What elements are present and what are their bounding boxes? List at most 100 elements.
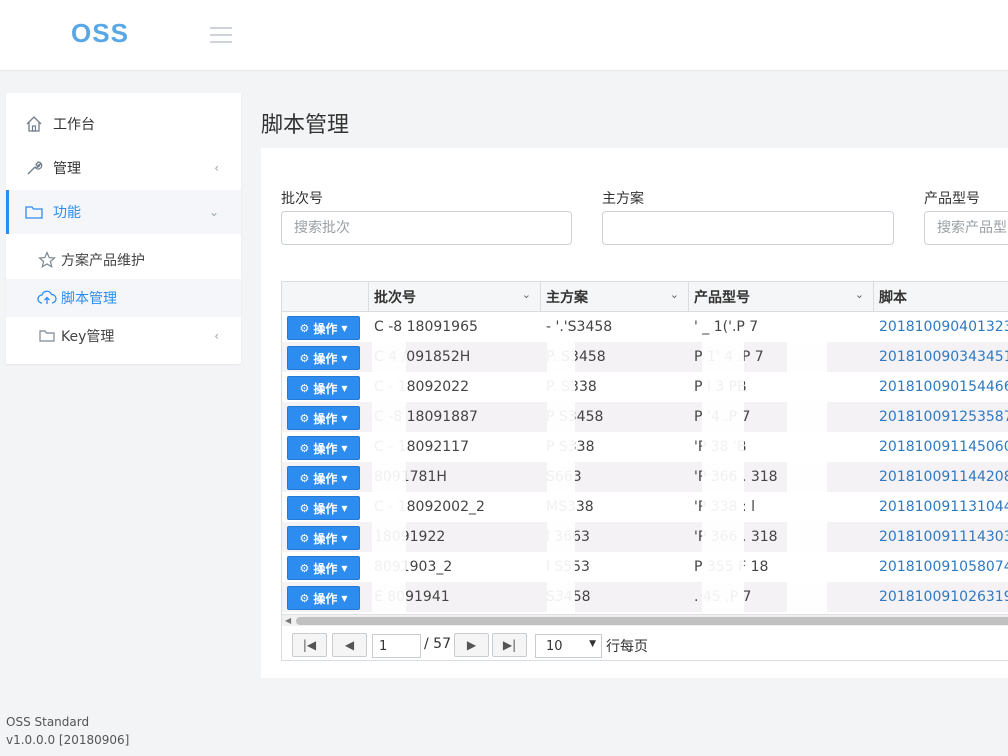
action-label: 操作 xyxy=(313,411,338,426)
gear-icon: ⚙ xyxy=(299,351,310,365)
page-total: / 57 xyxy=(424,636,451,652)
chevron-down-icon[interactable]: ⌄ xyxy=(522,288,531,301)
column-header-script[interactable]: 脚本 xyxy=(874,282,1008,312)
script-link[interactable]: 2018100911442086 xyxy=(874,462,1008,492)
script-link[interactable]: 2018100901544669 xyxy=(874,372,1008,402)
row-action-button[interactable]: ⚙ 操作 ▼ xyxy=(287,406,360,430)
row-action-button[interactable]: ⚙ 操作 ▼ xyxy=(287,376,360,400)
cloud-upload-icon xyxy=(37,288,57,308)
column-header-label: 产品型号 xyxy=(694,290,750,306)
gear-icon: ⚙ xyxy=(299,531,310,545)
row-action-button[interactable]: ⚙ 操作 ▼ xyxy=(287,316,360,340)
prev-page-icon: ◀ xyxy=(344,638,355,652)
action-label: 操作 xyxy=(313,561,338,576)
table-row: ⚙ 操作 ▼ C -8 18091965 - '.'S3458 ' _ 1('.P 7 2… xyxy=(282,312,1008,342)
sidebar-item-label: 管理 xyxy=(53,161,81,177)
row-action-button[interactable]: ⚙ 操作 ▼ xyxy=(287,346,360,370)
scroll-left-icon[interactable]: ◀ xyxy=(285,615,291,626)
row-action-button[interactable]: ⚙ 操作 ▼ xyxy=(287,496,360,520)
script-link[interactable]: 2018100912535879 xyxy=(874,402,1008,432)
horizontal-scrollbar[interactable]: ◀ xyxy=(282,614,1008,626)
action-label: 操作 xyxy=(313,501,338,516)
sidebar-subitem-label: 方案产品维护 xyxy=(61,253,145,269)
page-size-label: 行每页 xyxy=(606,639,648,655)
grid-header: 批次号 ⌄ 主方案 ⌄ 产品型号 ⌄ 脚本 xyxy=(282,282,1008,312)
sidebar-item-features[interactable]: 功能 ⌄ xyxy=(6,190,241,234)
page-size-value: 10 xyxy=(546,638,563,654)
caret-down-icon: ▼ xyxy=(341,503,348,513)
menu-toggle-icon[interactable] xyxy=(210,27,232,43)
script-link[interactable]: 2018100911450609 xyxy=(874,432,1008,462)
batch-label: 批次号 xyxy=(281,191,323,207)
app-logo[interactable]: OSS xyxy=(71,18,129,49)
chevron-down-icon: ⌄ xyxy=(208,205,219,219)
last-page-button[interactable]: ▶| xyxy=(492,633,527,657)
row-action-button[interactable]: ⚙ 操作 ▼ xyxy=(287,556,360,580)
column-header-scheme[interactable]: 主方案 ⌄ xyxy=(541,282,689,312)
sidebar-subitem-label: 脚本管理 xyxy=(61,291,117,307)
folder-icon xyxy=(37,326,57,346)
model-search-input[interactable] xyxy=(924,211,1008,245)
page-number-input[interactable]: 1 xyxy=(372,634,421,658)
chevron-down-icon[interactable]: ⌄ xyxy=(855,288,864,301)
gear-icon: ⚙ xyxy=(299,321,310,335)
scrollbar-thumb[interactable] xyxy=(296,617,1008,625)
caret-down-icon: ▼ xyxy=(341,383,348,393)
footer: OSS Standard v1.0.0.0 [20180906] xyxy=(6,713,129,749)
row-action-button[interactable]: ⚙ 操作 ▼ xyxy=(287,586,360,610)
sidebar-subitem-script-management[interactable]: 脚本管理 xyxy=(6,279,241,317)
next-page-button[interactable]: ▶ xyxy=(454,633,489,657)
sidebar-item-workbench[interactable]: 工作台 xyxy=(6,102,241,146)
script-link[interactable]: 2018100910263192 xyxy=(874,582,1008,612)
action-label: 操作 xyxy=(313,441,338,456)
sidebar-item-manage[interactable]: 管理 ‹ xyxy=(6,146,241,190)
caret-down-icon: ▼ xyxy=(341,533,348,543)
column-header-model[interactable]: 产品型号 ⌄ xyxy=(689,282,874,312)
footer-product: OSS Standard xyxy=(6,715,90,729)
sidebar-item-label: 功能 xyxy=(53,205,81,221)
footer-version: v1.0.0.0 [20180906] xyxy=(6,733,130,747)
sidebar-subitem-scheme-product[interactable]: 方案产品维护 xyxy=(6,241,241,279)
first-page-button[interactable]: |◀ xyxy=(292,633,327,657)
gear-icon: ⚙ xyxy=(299,441,310,455)
script-link[interactable]: 2018100910580740 xyxy=(874,552,1008,582)
data-grid: 批次号 ⌄ 主方案 ⌄ 产品型号 ⌄ 脚本 ⚙ 操作 ▼ C -8 18091965- '.… xyxy=(281,281,1008,661)
gear-icon: ⚙ xyxy=(299,411,310,425)
script-link[interactable]: 2018100911310441 xyxy=(874,492,1008,522)
page-size-select[interactable]: 10 ▼ xyxy=(535,634,602,658)
script-link[interactable]: 2018100911143036 xyxy=(874,522,1008,552)
row-action-button[interactable]: ⚙ 操作 ▼ xyxy=(287,466,360,490)
script-link[interactable]: 2018100904013232 xyxy=(874,312,1008,342)
action-label: 操作 xyxy=(313,531,338,546)
last-page-icon: ▶| xyxy=(502,638,517,652)
cell-model: ' _ 1('.P 7 xyxy=(694,319,759,335)
redaction-block xyxy=(787,342,827,612)
prev-page-button[interactable]: ◀ xyxy=(332,633,367,657)
column-header-actions xyxy=(282,282,369,312)
chevron-left-icon: ‹ xyxy=(214,161,219,175)
sidebar-subitem-key-management[interactable]: Key管理 ‹ xyxy=(6,317,241,355)
caret-down-icon: ▼ xyxy=(341,443,348,453)
sidebar: 工作台 管理 ‹ 功能 ⌄ 方案产品维护 脚本管理 Key管理 ‹ xyxy=(6,93,241,364)
action-label: 操作 xyxy=(313,591,338,606)
folder-icon xyxy=(23,201,45,223)
column-header-label: 批次号 xyxy=(374,290,416,306)
scheme-input[interactable] xyxy=(602,211,894,245)
cell-batch: C -8 18091965 xyxy=(374,319,478,335)
column-header-label: 主方案 xyxy=(546,290,588,306)
chevron-down-icon[interactable]: ⌄ xyxy=(670,288,679,301)
row-action-button[interactable]: ⚙ 操作 ▼ xyxy=(287,526,360,550)
row-action-button[interactable]: ⚙ 操作 ▼ xyxy=(287,436,360,460)
column-header-batch[interactable]: 批次号 ⌄ xyxy=(369,282,541,312)
redaction-block xyxy=(702,342,744,612)
sidebar-subitem-label: Key管理 xyxy=(61,329,115,345)
script-link[interactable]: 2018100903434510 xyxy=(874,342,1008,372)
page-title: 脚本管理 xyxy=(261,113,350,138)
caret-down-icon: ▼ xyxy=(341,473,348,483)
next-page-icon: ▶ xyxy=(466,638,477,652)
home-icon xyxy=(23,113,45,135)
gear-icon: ⚙ xyxy=(299,381,310,395)
batch-search-input[interactable] xyxy=(281,211,572,245)
wrench-icon xyxy=(23,157,45,179)
action-label: 操作 xyxy=(313,321,338,336)
